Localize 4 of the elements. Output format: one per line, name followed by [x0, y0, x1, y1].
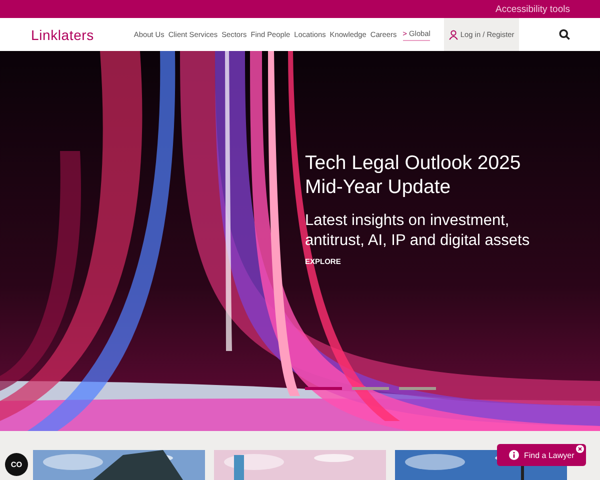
hero-title: Tech Legal Outlook 2025 Mid-Year Update: [305, 151, 522, 200]
logo[interactable]: Linklaters: [31, 26, 94, 43]
accessibility-tools-link[interactable]: Accessibility tools: [496, 4, 570, 15]
find-lawyer-button[interactable]: Find a Lawyer: [497, 444, 586, 466]
